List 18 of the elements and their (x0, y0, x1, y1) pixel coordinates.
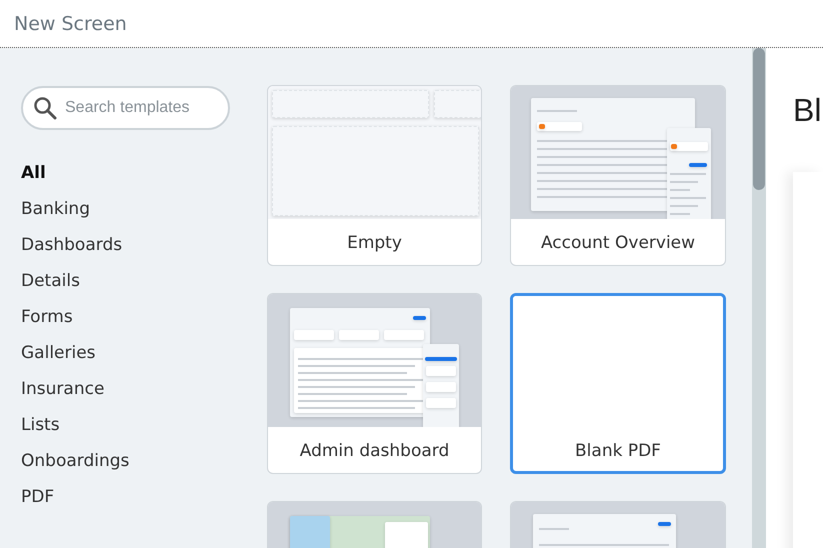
category-item[interactable]: PDF (21, 484, 54, 520)
template-card[interactable]: Admin dashboard (267, 293, 482, 474)
window-title: New Screen (14, 13, 127, 35)
category-item[interactable]: Lists (21, 412, 60, 448)
category-item[interactable]: Forms (21, 304, 73, 340)
search-field[interactable]: Search templates (21, 86, 230, 130)
category-item[interactable]: All (21, 160, 46, 196)
scrollbar-thumb[interactable] (753, 48, 765, 190)
template-card[interactable]: Blank PDF (510, 293, 726, 474)
category-item[interactable]: Details (21, 268, 80, 304)
preview-title: Bl (793, 91, 822, 130)
category-item[interactable]: Insurance (21, 376, 104, 412)
category-item[interactable]: Galleries (21, 340, 96, 376)
category-item[interactable]: Onboardings (21, 448, 130, 484)
template-card[interactable]: Empty (267, 85, 482, 266)
template-card[interactable]: Account Overview (510, 85, 726, 266)
category-item[interactable]: Dashboards (21, 232, 122, 268)
category-item[interactable]: Banking (21, 196, 90, 232)
